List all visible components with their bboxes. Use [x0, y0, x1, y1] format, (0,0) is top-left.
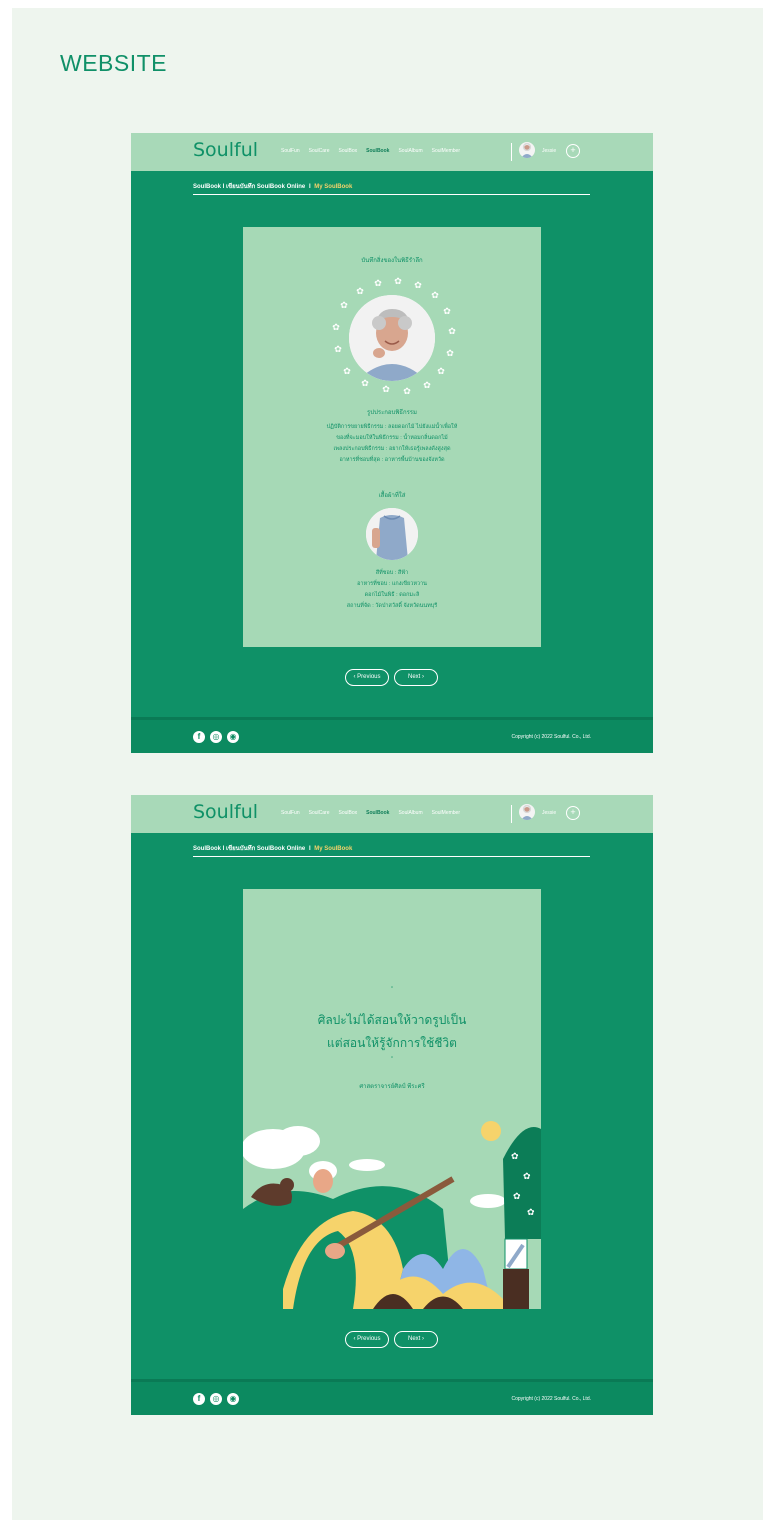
ceremony-section-title: รูปประกอบพิธีกรรม	[367, 410, 417, 416]
nav-link-soulfun[interactable]: SoulFun	[281, 148, 300, 154]
flower-icon: ✿	[403, 386, 411, 396]
detail-line: เพลงประกอบพิธีกรรม : อยากให้เธอรู้เพลงดั…	[333, 446, 451, 452]
flower-icon: ✿	[423, 380, 431, 390]
nav-link-soulfun[interactable]: SoulFun	[281, 810, 300, 816]
svg-text:✿: ✿	[527, 1208, 535, 1218]
breadcrumb-parent[interactable]: SoulBook I เขียนบันทึก SoulBook Online	[193, 846, 305, 852]
breadcrumb: SoulBook I เขียนบันทึก SoulBook Online I…	[193, 843, 352, 853]
flower-icon: ✿	[374, 278, 382, 288]
flower-icon: ✿	[394, 276, 402, 286]
flower-icon: ✿	[382, 384, 390, 394]
avatar[interactable]	[519, 142, 535, 158]
flower-icon: ✿	[361, 378, 369, 388]
flower-icon: ✿	[356, 286, 364, 296]
quote-mark: ”	[391, 1057, 393, 1063]
portrait-photo	[349, 295, 435, 381]
nav-link-soulcare[interactable]: SoulCare	[309, 148, 330, 154]
soulbook-page: บันทึกสิ่งของในพิธีรำลึก ✿ ✿ ✿ ✿ ✿ ✿ ✿ ✿…	[243, 227, 541, 647]
line-icon[interactable]: ◉	[227, 731, 239, 743]
page-title: บันทึกสิ่งของในพิธีรำลึก	[361, 258, 423, 264]
flower-icon: ✿	[443, 306, 451, 316]
breadcrumb-separator: I	[308, 184, 311, 190]
detail-line: ของที่จะมอบให้ในพิธีกรรม : น้ำหอมกลิ่นดอ…	[336, 435, 448, 441]
detail-line: อาหารที่ชอบที่สุด : อาหารพื้นบ้านของจังห…	[339, 457, 445, 463]
quote-author: ศาสตราจารย์ศิลป์ พีระศรี	[359, 1084, 425, 1090]
website-mockup-1: Soulful SoulFun SoulCare SoulBox SoulBoo…	[131, 133, 653, 753]
instagram-icon[interactable]: ◎	[210, 731, 222, 743]
flower-icon: ✿	[334, 344, 342, 354]
breadcrumb-separator: I	[308, 846, 311, 852]
svg-text:✿: ✿	[511, 1152, 519, 1162]
footer: f ◎ ◉ Copyright (c) 2022 Soulful. Co., L…	[131, 1379, 653, 1415]
svg-text:✿: ✿	[513, 1192, 521, 1202]
nav-link-soulbox[interactable]: SoulBox	[338, 810, 357, 816]
nav-link-soulalbum[interactable]: SoulAlbum	[398, 810, 422, 816]
nav-link-soulbook[interactable]: SoulBook	[366, 810, 389, 816]
breadcrumb-parent[interactable]: SoulBook I เขียนบันทึก SoulBook Online	[193, 184, 305, 190]
user-name[interactable]: Jessie	[542, 148, 556, 154]
website-mockup-2: Soulful SoulFun SoulCare SoulBox SoulBoo…	[131, 795, 653, 1415]
breadcrumb-divider	[193, 194, 590, 195]
facebook-icon[interactable]: f	[193, 1393, 205, 1405]
instagram-icon[interactable]: ◎	[210, 1393, 222, 1405]
top-nav: Soulful SoulFun SoulCare SoulBox SoulBoo…	[131, 133, 653, 171]
previous-button[interactable]: ‹ Previous	[345, 1331, 389, 1348]
footer: f ◎ ◉ Copyright (c) 2022 Soulful. Co., L…	[131, 717, 653, 753]
nav-links: SoulFun SoulCare SoulBox SoulBook SoulAl…	[281, 148, 460, 154]
top-nav: Soulful SoulFun SoulCare SoulBox SoulBoo…	[131, 795, 653, 833]
section-heading: WEBSITE	[60, 50, 168, 76]
illustration-elder-playing-guitar: ✿ ✿ ✿ ✿	[243, 1121, 541, 1309]
next-button[interactable]: Next ›	[394, 1331, 438, 1348]
copyright: Copyright (c) 2022 Soulful. Co., Ltd.	[511, 734, 592, 740]
pagination: ‹ Previous Next ›	[345, 669, 438, 686]
nav-link-soulmember[interactable]: SoulMember	[432, 148, 460, 154]
clothing-photo	[366, 508, 418, 560]
quote-line-1: ศิลปะไม่ได้สอนให้วาดรูปเป็น	[317, 1013, 467, 1027]
nav-link-soulmember[interactable]: SoulMember	[432, 810, 460, 816]
flower-icon: ✿	[343, 366, 351, 376]
svg-text:✿: ✿	[523, 1172, 531, 1182]
attribute-line: สถานที่จัด : วัดป่าสวัสดิ์ จังหวัดนนทบุร…	[346, 603, 438, 609]
attribute-line: อาหารที่ชอบ : แกงเขียวหวาน	[357, 581, 427, 587]
previous-button[interactable]: ‹ Previous	[345, 669, 389, 686]
detail-line: ปฏิบัติการขยายพิธีกรรม : ลอยดอกไม้ ไปยัง…	[326, 424, 458, 430]
logo[interactable]: Soulful	[193, 801, 258, 823]
next-button[interactable]: Next ›	[394, 669, 438, 686]
breadcrumb-divider	[193, 856, 590, 857]
flower-icon: ✿	[332, 322, 340, 332]
nav-link-soulbox[interactable]: SoulBox	[338, 148, 357, 154]
attribute-line: สีที่ชอบ : สีฟ้า	[375, 570, 409, 576]
nav-divider	[511, 143, 512, 161]
nav-links: SoulFun SoulCare SoulBox SoulBook SoulAl…	[281, 810, 460, 816]
logo[interactable]: Soulful	[193, 139, 258, 161]
flower-icon: ✿	[437, 366, 445, 376]
quote-line-2: แต่สอนให้รู้จักการใช้ชีวิต	[327, 1036, 457, 1050]
avatar[interactable]	[519, 804, 535, 820]
breadcrumb: SoulBook I เขียนบันทึก SoulBook Online I…	[193, 181, 352, 191]
presentation-canvas: WEBSITE Soulful SoulFun SoulCare SoulBox…	[12, 8, 763, 1520]
flower-icon: ✿	[340, 300, 348, 310]
line-icon[interactable]: ◉	[227, 1393, 239, 1405]
flower-icon: ✿	[448, 326, 456, 336]
clothing-section-title: เสื้อผ้าที่ใส่	[378, 493, 406, 499]
quote-mark: ”	[391, 987, 393, 993]
breadcrumb-current: My SoulBook	[314, 184, 353, 190]
flower-icon: ✿	[414, 280, 422, 290]
nav-divider	[511, 805, 512, 823]
nav-link-soulcare[interactable]: SoulCare	[309, 810, 330, 816]
soulbook-page: ” ศิลปะไม่ได้สอนให้วาดรูปเป็น แต่สอนให้ร…	[243, 889, 541, 1309]
pagination: ‹ Previous Next ›	[345, 1331, 438, 1348]
attribute-line: ดอกไม้ในพิธี : ดอกมะลิ	[364, 592, 420, 598]
flower-icon: ✿	[446, 348, 454, 358]
nav-link-soulalbum[interactable]: SoulAlbum	[398, 148, 422, 154]
user-name[interactable]: Jessie	[542, 810, 556, 816]
copyright: Copyright (c) 2022 Soulful. Co., Ltd.	[511, 1396, 592, 1402]
breadcrumb-current: My SoulBook	[314, 846, 353, 852]
nav-link-soulbook[interactable]: SoulBook	[366, 148, 389, 154]
plus-icon[interactable]: +	[566, 144, 580, 158]
plus-icon[interactable]: +	[566, 806, 580, 820]
facebook-icon[interactable]: f	[193, 731, 205, 743]
flower-icon: ✿	[431, 290, 439, 300]
